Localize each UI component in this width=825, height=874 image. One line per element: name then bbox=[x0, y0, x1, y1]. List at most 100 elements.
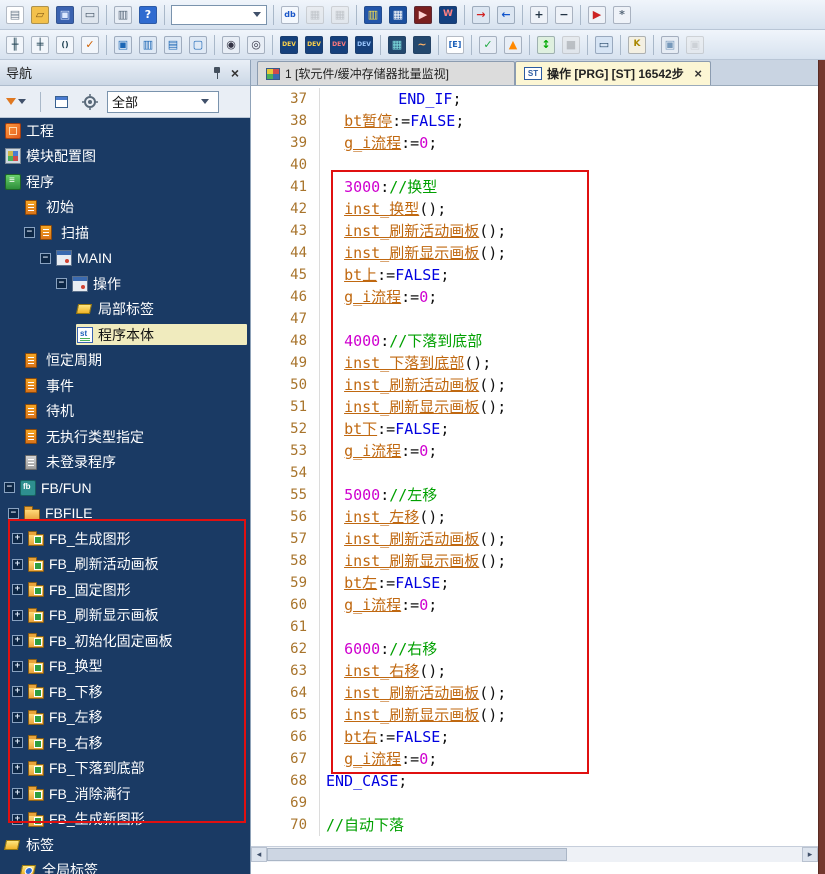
data-logger-icon[interactable]: ▦ bbox=[385, 33, 409, 57]
collapse-icon[interactable]: − bbox=[56, 278, 67, 289]
code-line-38[interactable]: 38 bt暂停:=FALSE; bbox=[251, 110, 818, 132]
device-comment-icon[interactable]: db bbox=[278, 3, 302, 27]
cross-reference-icon[interactable]: ◎ bbox=[244, 33, 268, 57]
tree-item-module-config[interactable]: 模块配置图 bbox=[0, 144, 250, 170]
expand-icon[interactable]: + bbox=[12, 610, 23, 621]
code-line-70[interactable]: 70//自动下落 bbox=[251, 814, 818, 836]
print-icon[interactable]: ▭ bbox=[78, 3, 102, 27]
code-line-69[interactable]: 69 bbox=[251, 792, 818, 814]
code-line-50[interactable]: 50 inst_刷新活动画板(); bbox=[251, 374, 818, 396]
tree-item-fb-fun[interactable]: −FB/FUN bbox=[0, 475, 250, 501]
screen-capture-icon[interactable]: ▭ bbox=[592, 33, 616, 57]
tree-item-fb-fixed-shape[interactable]: +FB_固定图形 bbox=[0, 577, 250, 603]
collapse-icon[interactable]: − bbox=[4, 482, 15, 493]
tree-item-fb-clear-full-rows[interactable]: +FB_消除满行 bbox=[0, 781, 250, 807]
tree-item-initial[interactable]: 初始 bbox=[0, 195, 250, 221]
ladder-coil-icon[interactable]: () bbox=[53, 33, 77, 57]
run-icon[interactable]: ▶ bbox=[585, 3, 609, 27]
device-storage-icon[interactable]: ▦ bbox=[328, 3, 352, 27]
code-line-67[interactable]: 67 g_i流程:=0; bbox=[251, 748, 818, 770]
tab-operation-program[interactable]: ST 操作 [PRG] [ST] 16542步 × bbox=[515, 61, 711, 85]
expand-icon[interactable]: + bbox=[12, 737, 23, 748]
code-line-48[interactable]: 48 4000://下落到底部 bbox=[251, 330, 818, 352]
code-line-51[interactable]: 51 inst_刷新显示画板(); bbox=[251, 396, 818, 418]
tree-item-fb-refresh-active-board[interactable]: +FB_刷新活动画板 bbox=[0, 552, 250, 578]
monitor-start-icon[interactable]: ▶ bbox=[411, 3, 435, 27]
tree-item-fb-move-left[interactable]: +FB_左移 bbox=[0, 705, 250, 731]
trace-icon[interactable]: ~ bbox=[410, 33, 434, 57]
code-line-41[interactable]: 41 3000://换型 bbox=[251, 176, 818, 198]
monitor-write-icon[interactable]: W bbox=[436, 3, 460, 27]
scroll-right-button[interactable]: ▸ bbox=[802, 847, 818, 862]
online-toggle-icon[interactable]: ↕ bbox=[534, 33, 558, 57]
code-line-63[interactable]: 63 inst_右移(); bbox=[251, 660, 818, 682]
docking-window1-icon[interactable]: ▣ bbox=[658, 33, 682, 57]
window-cascade-icon[interactable]: ▣ bbox=[111, 33, 135, 57]
window-arrange-icon[interactable]: ▢ bbox=[186, 33, 210, 57]
code-line-68[interactable]: 68END_CASE; bbox=[251, 770, 818, 792]
code-line-61[interactable]: 61 bbox=[251, 616, 818, 638]
code-line-39[interactable]: 39 g_i流程:=0; bbox=[251, 132, 818, 154]
tree-item-standby[interactable]: 待机 bbox=[0, 399, 250, 425]
tree-item-unregistered-program[interactable]: 未登录程序 bbox=[0, 450, 250, 476]
device-monitor1-icon[interactable]: DEV bbox=[277, 33, 301, 57]
tree-item-fb-move-down[interactable]: +FB_下移 bbox=[0, 679, 250, 705]
pin-icon[interactable] bbox=[208, 64, 226, 82]
tree-item-local-label[interactable]: 局部标签 bbox=[0, 297, 250, 323]
ladder-contact-closed-icon[interactable]: ╪ bbox=[28, 33, 52, 57]
tree-item-fbfile[interactable]: −FBFILE bbox=[0, 501, 250, 527]
code-line-40[interactable]: 40 bbox=[251, 154, 818, 176]
code-line-45[interactable]: 45 bt上:=FALSE; bbox=[251, 264, 818, 286]
expand-icon[interactable]: + bbox=[12, 661, 23, 672]
expand-icon[interactable]: + bbox=[12, 559, 23, 570]
code-line-44[interactable]: 44 inst_刷新显示画板(); bbox=[251, 242, 818, 264]
ladder-contact-icon[interactable]: ╫ bbox=[3, 33, 27, 57]
tree-item-no-exec-type[interactable]: 无执行类型指定 bbox=[0, 424, 250, 450]
scroll-left-button[interactable]: ◂ bbox=[251, 847, 267, 862]
code-line-54[interactable]: 54 bbox=[251, 462, 818, 484]
convert-icon[interactable]: ✓ bbox=[78, 33, 102, 57]
expand-icon[interactable]: + bbox=[12, 584, 23, 595]
find-icon[interactable]: ◉ bbox=[219, 33, 243, 57]
tree-item-global-label[interactable]: 全局标签 bbox=[0, 858, 250, 874]
code-line-57[interactable]: 57 inst_刷新活动画板(); bbox=[251, 528, 818, 550]
layout-button[interactable] bbox=[49, 90, 73, 114]
settings-icon[interactable]: * bbox=[610, 3, 634, 27]
code-line-58[interactable]: 58 inst_刷新显示画板(); bbox=[251, 550, 818, 572]
tree-item-fb-change-type[interactable]: +FB_换型 bbox=[0, 654, 250, 680]
code-line-47[interactable]: 47 bbox=[251, 308, 818, 330]
zoom-in-icon[interactable]: + bbox=[527, 3, 551, 27]
settings-button[interactable] bbox=[78, 90, 102, 114]
tree-item-event[interactable]: 事件 bbox=[0, 373, 250, 399]
horizontal-scrollbar[interactable]: ◂ ▸ bbox=[251, 846, 818, 862]
tree-item-fb-refresh-display-board[interactable]: +FB_刷新显示画板 bbox=[0, 603, 250, 629]
watch-window1-icon[interactable]: ▥ bbox=[361, 3, 385, 27]
expand-icon[interactable]: + bbox=[12, 763, 23, 774]
tree-item-fb-move-right[interactable]: +FB_右移 bbox=[0, 730, 250, 756]
code-line-59[interactable]: 59 bt左:=FALSE; bbox=[251, 572, 818, 594]
collapse-icon[interactable]: − bbox=[24, 227, 35, 238]
device-memory-icon[interactable]: ▦ bbox=[303, 3, 327, 27]
security-key-icon[interactable]: K bbox=[625, 33, 649, 57]
tree-item-main[interactable]: −MAIN bbox=[0, 246, 250, 272]
close-icon[interactable]: × bbox=[226, 64, 244, 82]
tree-item-operation[interactable]: −操作 bbox=[0, 271, 250, 297]
tree-item-fb-generate-new-shape[interactable]: +FB_生成新图形 bbox=[0, 807, 250, 833]
toolbar-combobox[interactable] bbox=[171, 5, 267, 25]
expand-icon[interactable]: + bbox=[12, 712, 23, 723]
code-line-49[interactable]: 49 inst_下落到底部(); bbox=[251, 352, 818, 374]
st-code-editor[interactable]: 37 END_IF;38 bt暂停:=FALSE;39 g_i流程:=0;404… bbox=[251, 86, 818, 846]
docking-window2-icon[interactable]: ▣ bbox=[683, 33, 707, 57]
code-line-43[interactable]: 43 inst_刷新活动画板(); bbox=[251, 220, 818, 242]
zoom-out-icon[interactable]: − bbox=[552, 3, 576, 27]
code-line-52[interactable]: 52 bt下:=FALSE; bbox=[251, 418, 818, 440]
tree-item-program[interactable]: 程序 bbox=[0, 169, 250, 195]
tab-device-buffer-monitor[interactable]: 1 [软元件/缓冲存储器批量监视] bbox=[257, 61, 515, 85]
tree-filter-select[interactable]: 全部 bbox=[107, 91, 219, 113]
save-project-icon[interactable]: ▣ bbox=[53, 3, 77, 27]
code-line-56[interactable]: 56 inst_左移(); bbox=[251, 506, 818, 528]
code-line-46[interactable]: 46 g_i流程:=0; bbox=[251, 286, 818, 308]
docked-panel-edge[interactable] bbox=[818, 60, 825, 874]
code-line-62[interactable]: 62 6000://右移 bbox=[251, 638, 818, 660]
code-line-66[interactable]: 66 bt右:=FALSE; bbox=[251, 726, 818, 748]
